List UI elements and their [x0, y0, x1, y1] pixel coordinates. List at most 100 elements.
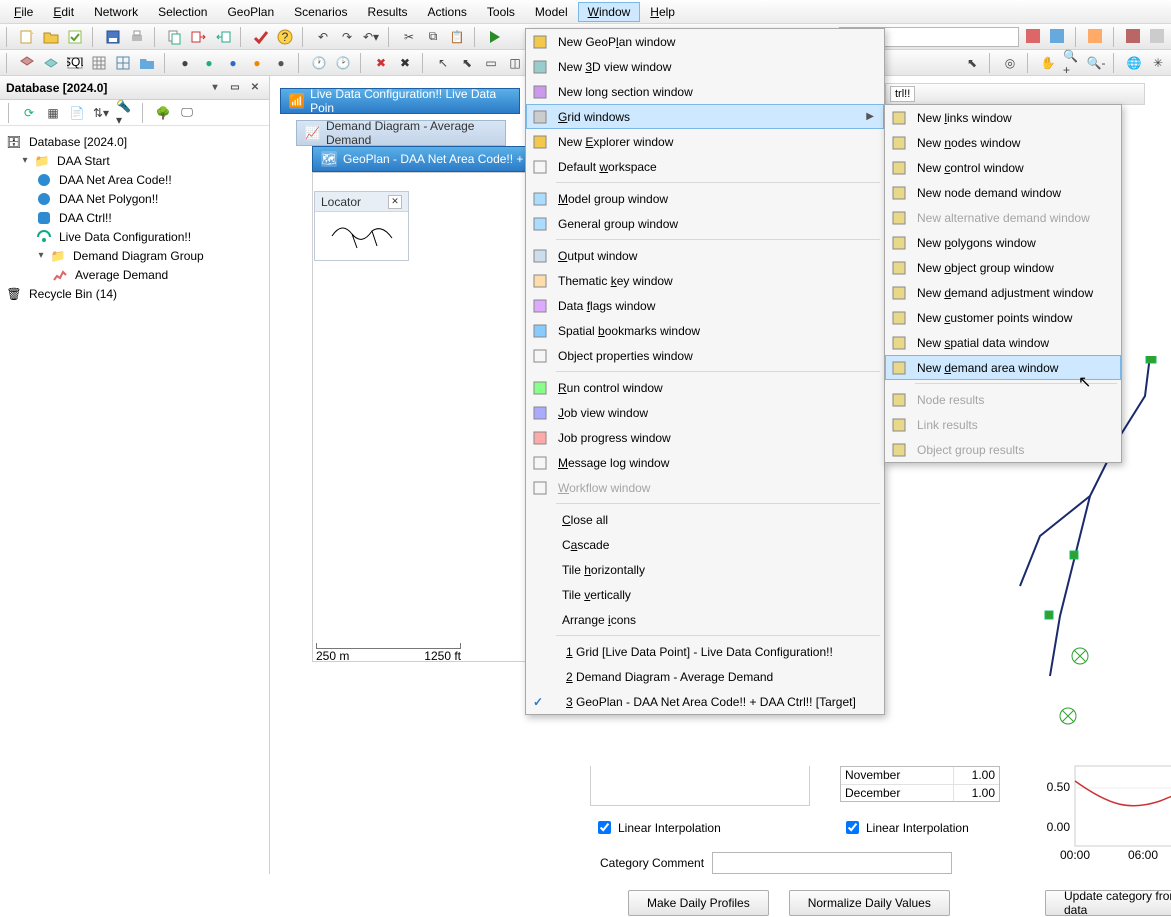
submenu-item[interactable]: New object group window	[885, 255, 1121, 280]
tb2-dot-b[interactable]: ●	[224, 54, 242, 72]
dbtb-refresh-icon[interactable]: ⟳	[20, 104, 38, 122]
menu-item[interactable]: General group window	[526, 211, 884, 236]
tb-sc-b-icon[interactable]	[1049, 28, 1067, 46]
menu-item[interactable]: Arrange icons	[526, 607, 884, 632]
menu-item[interactable]: Model group window	[526, 186, 884, 211]
window-livedata-title[interactable]: 📶 Live Data Configuration!! Live Data Po…	[280, 88, 520, 114]
tb-sc-a-icon[interactable]	[1025, 28, 1043, 46]
menu-file[interactable]: File	[4, 2, 43, 22]
locator-window[interactable]: Locator ✕	[314, 191, 409, 261]
tb2-dot-r[interactable]: ●	[176, 54, 194, 72]
menu-item[interactable]: Tile vertically	[526, 582, 884, 607]
tb2-pan-icon[interactable]: ✋	[1039, 54, 1057, 72]
tb-run-icon[interactable]	[486, 28, 504, 46]
tb2-clock1-icon[interactable]: 🕐	[310, 54, 328, 72]
menu-selection[interactable]: Selection	[148, 2, 217, 22]
submenu-item[interactable]: New demand area window	[885, 355, 1121, 380]
menu-item[interactable]: New Explorer window	[526, 129, 884, 154]
submenu-item[interactable]: New control window	[885, 155, 1121, 180]
tree-item-avgdemand[interactable]: Average Demand	[2, 265, 267, 284]
tb2-zoomout-icon[interactable]: 🔍-	[1087, 54, 1105, 72]
tb-sc-e-icon[interactable]	[1149, 28, 1167, 46]
menu-tools[interactable]: Tools	[477, 2, 525, 22]
menu-item[interactable]: Message log window	[526, 450, 884, 475]
tb2-pointer-icon[interactable]: ↖	[434, 54, 452, 72]
menu-network[interactable]: Network	[84, 2, 148, 22]
menu-item[interactable]: Job view window	[526, 400, 884, 425]
menu-window[interactable]: Window	[578, 2, 641, 22]
menu-item[interactable]: Tile horizontally	[526, 557, 884, 582]
submenu-item[interactable]: New node demand window	[885, 180, 1121, 205]
tb-undo-icon[interactable]: ↶	[314, 28, 332, 46]
tb-commit-icon[interactable]	[66, 28, 84, 46]
tb-cut-icon[interactable]: ✂	[400, 28, 418, 46]
tb2-delete-icon[interactable]: ✖	[372, 54, 390, 72]
menu-item[interactable]: Grid windows▶	[526, 104, 884, 129]
menu-geoplan[interactable]: GeoPlan	[217, 2, 284, 22]
menu-item[interactable]: Default workspace	[526, 154, 884, 179]
db-dropdown-btn[interactable]: ▾	[207, 80, 223, 96]
menu-results[interactable]: Results	[358, 2, 418, 22]
tb-import-left-icon[interactable]	[214, 28, 232, 46]
tb-new-icon[interactable]	[18, 28, 36, 46]
menu-item[interactable]: ✓3 GeoPlan - DAA Net Area Code!! + DAA C…	[526, 689, 884, 714]
dbtb-screen-icon[interactable]: 🖵	[178, 104, 196, 122]
tb-print-icon[interactable]	[128, 28, 146, 46]
update-category-btn[interactable]: Update category from live data	[1045, 890, 1171, 916]
tb2-layers-icon[interactable]	[18, 54, 36, 72]
tb2-sel1-icon[interactable]: ▭	[482, 54, 500, 72]
tb-copy2-icon[interactable]: ⧉	[424, 28, 442, 46]
tb-undo-dd-icon[interactable]: ↶▾	[362, 28, 380, 46]
submenu-item[interactable]: New polygons window	[885, 230, 1121, 255]
tb-paste-icon[interactable]: 📋	[448, 28, 466, 46]
menu-actions[interactable]: Actions	[418, 2, 477, 22]
tb2-dot-o[interactable]: ●	[248, 54, 266, 72]
dbtb-tree-icon[interactable]: 🌳	[154, 104, 172, 122]
dbtb-sort-icon[interactable]: ⇅▾	[92, 104, 110, 122]
menu-item[interactable]: New long section window	[526, 79, 884, 104]
submenu-item[interactable]: New links window	[885, 105, 1121, 130]
tb2-dot-k[interactable]: ●	[272, 54, 290, 72]
tb2-r-target-icon[interactable]: ◎	[1001, 54, 1019, 72]
dbtb-new-icon[interactable]: 📄	[68, 104, 86, 122]
linear-interp-2[interactable]	[846, 821, 859, 834]
submenu-item[interactable]: New nodes window	[885, 130, 1121, 155]
db-pin-btn[interactable]: ▭	[227, 80, 243, 96]
menu-item[interactable]: Job progress window	[526, 425, 884, 450]
submenu-item[interactable]: New demand adjustment window	[885, 280, 1121, 305]
tb2-delete2-icon[interactable]: ✖	[396, 54, 414, 72]
tb2-r-sel-icon[interactable]: ⬉	[963, 54, 981, 72]
menu-help[interactable]: Help	[640, 2, 685, 22]
submenu-item[interactable]: New spatial data window	[885, 330, 1121, 355]
tb2-sql-icon[interactable]: SQL	[66, 54, 84, 72]
tb2-grid2-icon[interactable]	[114, 54, 132, 72]
dbtb-find-icon[interactable]: 🔦▾	[116, 104, 134, 122]
menu-item[interactable]: Data flags window	[526, 293, 884, 318]
menu-item[interactable]: Run control window	[526, 375, 884, 400]
menu-item[interactable]: Cascade	[526, 532, 884, 557]
tb-copy-icon[interactable]	[166, 28, 184, 46]
category-comment-input[interactable]	[712, 852, 952, 874]
window-demand-title[interactable]: 📈 Demand Diagram - Average Demand	[296, 120, 506, 146]
tb-sc-c-icon[interactable]	[1087, 28, 1105, 46]
tb2-zoomin-icon[interactable]: 🔍+	[1063, 54, 1081, 72]
tree-group[interactable]: ▾ 📁 DAA Start	[2, 151, 267, 170]
tb-help-icon[interactable]: ?	[276, 28, 294, 46]
locator-close-btn[interactable]: ✕	[388, 195, 402, 209]
tree-item-net-polygon[interactable]: DAA Net Polygon!!	[2, 189, 267, 208]
menu-edit[interactable]: Edit	[43, 2, 84, 22]
dbtb-grid-icon[interactable]: ▦	[44, 104, 62, 122]
menu-item[interactable]: Object properties window	[526, 343, 884, 368]
tb-export-right-icon[interactable]	[190, 28, 208, 46]
tree-item-livedata[interactable]: Live Data Configuration!!	[2, 227, 267, 246]
menu-item[interactable]: Close all	[526, 507, 884, 532]
tb2-globe2-icon[interactable]: ✳	[1149, 54, 1167, 72]
menu-item[interactable]: 2 Demand Diagram - Average Demand	[526, 664, 884, 689]
tree-item-ctrl[interactable]: DAA Ctrl!!	[2, 208, 267, 227]
linear-interp-1[interactable]	[598, 821, 611, 834]
tb2-folder-icon[interactable]	[138, 54, 156, 72]
menu-model[interactable]: Model	[525, 2, 578, 22]
tb2-layers2-icon[interactable]	[42, 54, 60, 72]
tb2-dot-g[interactable]: ●	[200, 54, 218, 72]
submenu-item[interactable]: New customer points window	[885, 305, 1121, 330]
